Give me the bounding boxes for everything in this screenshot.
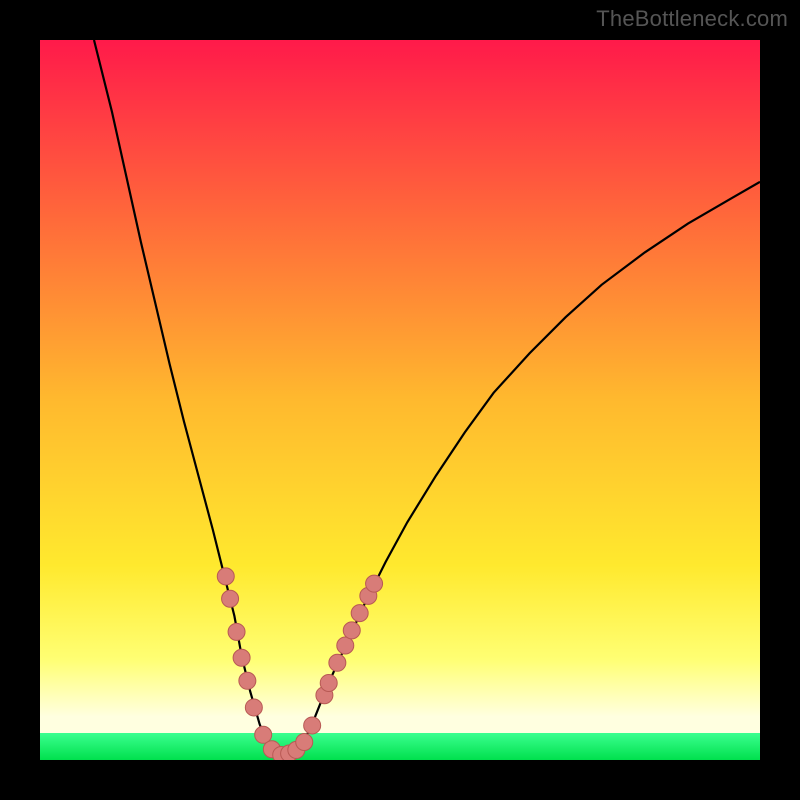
curve-marker xyxy=(217,568,234,585)
curve-marker xyxy=(304,717,321,734)
curve-marker xyxy=(233,649,250,666)
bottleneck-curve xyxy=(94,40,760,756)
curve-marker xyxy=(320,674,337,691)
curve-marker xyxy=(337,637,354,654)
chart-frame: TheBottleneck.com xyxy=(0,0,800,800)
curve-marker xyxy=(343,622,360,639)
plot-area xyxy=(40,40,760,760)
curve-marker xyxy=(329,654,346,671)
curve-marker xyxy=(228,623,245,640)
curve-marker xyxy=(222,590,239,607)
curve-marker xyxy=(296,734,313,751)
curve-layer xyxy=(40,40,760,760)
curve-marker xyxy=(245,699,262,716)
curve-marker xyxy=(366,575,383,592)
watermark-text: TheBottleneck.com xyxy=(596,6,788,32)
curve-marker xyxy=(239,672,256,689)
curve-markers xyxy=(217,568,382,760)
curve-marker xyxy=(351,605,368,622)
